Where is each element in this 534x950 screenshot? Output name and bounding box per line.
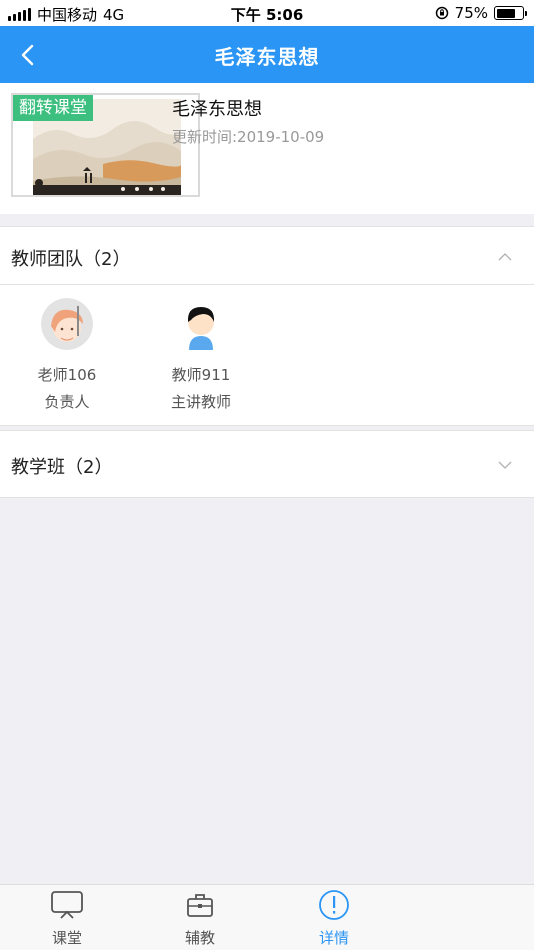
teaching-class-title: 教学班（2） [11,457,113,478]
teacher-team-header[interactable]: 教师团队（2） [0,226,534,285]
orientation-lock-icon [435,6,448,20]
nav-bar: 毛泽东思想 [0,26,534,83]
tab-label: 课堂 [51,929,82,947]
teacher-item[interactable]: 老师106 负责人 [17,298,117,412]
default-person-avatar [175,298,227,350]
battery-icon [494,6,527,20]
flipped-classroom-tag: 翻转课堂 [13,95,93,121]
tab-label: 辅教 [184,929,215,947]
teacher-role: 主讲教师 [170,393,231,411]
battery-percent: 75% [454,4,488,22]
info-icon [319,890,349,920]
teacher-team-section: 教师团队（2） 老师106 负责人 教师911 主讲教师 [0,226,534,426]
course-title: 毛泽东思想 [172,99,262,120]
teaching-class-section: 教学班（2） [0,430,534,498]
chevron-up-icon [498,253,512,261]
teacher-item[interactable]: 教师911 主讲教师 [151,298,251,412]
status-bar: 中国移动 4G 下午 5:06 75% [0,0,534,26]
teacher-list: 老师106 负责人 教师911 主讲教师 [0,285,534,426]
tab-assistant[interactable]: 辅教 [155,889,245,948]
tab-details[interactable]: 详情 [289,889,379,948]
course-update-date: 更新时间:2019-10-09 [172,128,325,146]
teaching-class-header[interactable]: 教学班（2） [0,430,534,498]
tab-bar: 课堂 辅教 详情 [0,884,534,950]
teacher-team-title: 教师团队（2） [11,249,131,270]
course-card[interactable]: 翻转课堂 毛泽东思想 更新时间:2019-10-09 [0,83,534,214]
teacher-role: 负责人 [44,393,90,411]
page-title: 毛泽东思想 [214,45,320,69]
screen-icon [51,891,83,919]
teacher-name: 老师106 [37,366,97,384]
briefcase-icon [187,894,213,917]
chevron-down-icon [498,461,512,469]
teacher-name: 教师911 [171,366,231,384]
tab-classroom[interactable]: 课堂 [22,889,112,948]
tab-label: 详情 [318,929,349,947]
cartoon-girl-avatar [41,298,93,350]
